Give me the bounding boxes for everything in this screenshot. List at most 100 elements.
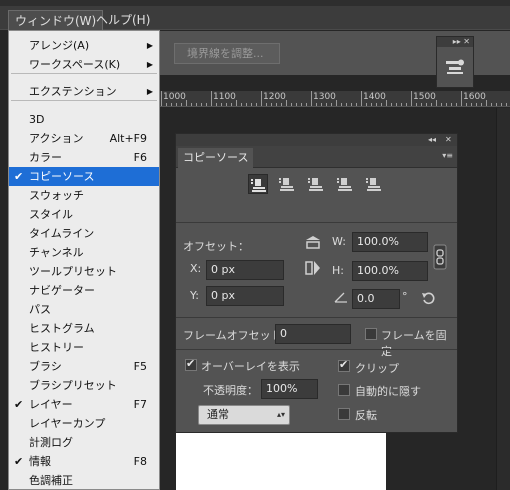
clone-source-2-icon[interactable]: [277, 174, 297, 194]
ruler-tick: [186, 100, 187, 106]
submenu-arrow-icon: ▶: [146, 87, 153, 96]
panel-menu-icon[interactable]: ▾≡: [442, 151, 453, 160]
menu-item[interactable]: 計測ログ: [9, 433, 159, 452]
close-icon[interactable]: ✕: [445, 134, 452, 146]
ruler-tick: [491, 103, 492, 106]
opacity-input[interactable]: 100%: [261, 379, 318, 399]
lock-frame-label: フレームを固定: [381, 329, 447, 358]
h-label: H:: [332, 264, 344, 277]
menu-item-label: 色調補正: [29, 474, 73, 487]
select-arrows-icon: ▴▾: [276, 410, 285, 419]
clip-checkbox[interactable]: [338, 358, 350, 372]
scale-width-input[interactable]: 100.0%: [352, 232, 428, 252]
link-icon[interactable]: [433, 244, 447, 273]
clone-source-1-icon[interactable]: [248, 174, 268, 194]
ruler-tick: [466, 103, 467, 106]
show-overlay-checkbox[interactable]: [185, 357, 197, 371]
ruler-tick: [286, 100, 287, 106]
menu-item[interactable]: チャンネル: [9, 243, 159, 262]
ruler-tick: [206, 103, 207, 106]
divider: [176, 222, 457, 223]
w-label: W:: [332, 235, 346, 248]
reset-transform-icon[interactable]: [422, 291, 436, 308]
menu-item[interactable]: ✔ レイヤー F7: [9, 395, 159, 414]
clone-source-4-icon[interactable]: [335, 174, 355, 194]
menu-item[interactable]: タイムライン: [9, 224, 159, 243]
ruler-tick: [386, 100, 387, 106]
tab-clone-source[interactable]: コピーソース: [178, 148, 254, 168]
menu-item[interactable]: スウォッチ: [9, 186, 159, 205]
menu-item[interactable]: ヒストリー: [9, 338, 159, 357]
menu-item-label: 計測ログ: [29, 436, 73, 449]
menu-item[interactable]: パス: [9, 300, 159, 319]
offset-x-input[interactable]: 0 px: [206, 260, 284, 280]
menu-item[interactable]: アクション Alt+F9: [9, 129, 159, 148]
invert-checkbox[interactable]: [338, 408, 350, 420]
collapsed-panel-controls[interactable]: ▸▸ ✕: [437, 37, 473, 47]
ruler-tick: [221, 103, 222, 106]
rotation-angle-input[interactable]: 0.0: [352, 289, 400, 309]
panel-tab-row: コピーソース ▾≡: [176, 146, 457, 168]
menu-item[interactable]: ツールプリセット: [9, 262, 159, 281]
collapsed-panel: ▸▸ ✕: [436, 36, 474, 88]
ruler-tick: [361, 91, 362, 106]
ruler-tick: [436, 100, 437, 106]
menu-item[interactable]: ブラシ F5: [9, 357, 159, 376]
ruler-tick: [446, 103, 447, 106]
vertical-scrollbar[interactable]: [496, 108, 510, 490]
auto-hide-label: 自動的に隠す: [355, 385, 421, 398]
ruler-tick: [196, 103, 197, 106]
clone-source-3-icon[interactable]: [306, 174, 326, 194]
menu-item[interactable]: ヒストグラム: [9, 319, 159, 338]
refine-edge-button[interactable]: 境界線を調整...: [174, 43, 280, 64]
ruler-tick: [421, 103, 422, 106]
scale-height-input[interactable]: 100.0%: [352, 261, 428, 281]
ruler-tick: [451, 103, 452, 106]
menu-item[interactable]: ブラシプリセット: [9, 376, 159, 395]
menu-item[interactable]: エクステンション ▶: [9, 82, 159, 101]
menu-item-label: ナビゲーター: [29, 284, 95, 297]
lock-frame-checkbox[interactable]: [365, 328, 377, 340]
menu-item[interactable]: カラー F6: [9, 148, 159, 167]
checkmark-icon: ✔: [14, 455, 24, 468]
menu-help[interactable]: ヘルプ(H): [90, 10, 156, 30]
ruler-label: 1100: [213, 92, 236, 102]
menu-item[interactable]: ナビゲーター: [9, 281, 159, 300]
offset-y-input[interactable]: 0 px: [206, 286, 284, 306]
menu-item[interactable]: レイヤーカンプ: [9, 414, 159, 433]
ruler-tick: [471, 103, 472, 106]
collapse-icon[interactable]: ◂◂: [428, 134, 436, 146]
ruler-label: 1000: [163, 92, 186, 102]
ruler-tick: [391, 103, 392, 106]
menu-item[interactable]: 3D: [9, 110, 159, 129]
ruler-tick: [461, 91, 462, 106]
clone-source-panel-icon[interactable]: [443, 55, 467, 79]
flip-vertical-icon[interactable]: [305, 260, 321, 279]
checkmark-icon: ✔: [14, 170, 24, 183]
menu-item[interactable]: 色調補正: [9, 471, 159, 490]
flip-horizontal-icon[interactable]: [305, 235, 321, 252]
blend-mode-select[interactable]: 通常 ▴▾: [198, 405, 290, 425]
auto-hide-checkbox[interactable]: [338, 384, 350, 396]
ruler-label: 1300: [313, 92, 336, 102]
menu-item-shortcut: Alt+F9: [109, 132, 147, 145]
x-label: X:: [190, 262, 202, 275]
menu-item[interactable]: ✔ コピーソース: [9, 167, 159, 186]
ruler-tick: [351, 103, 352, 106]
document-canvas[interactable]: [176, 430, 386, 490]
menu-item[interactable]: アレンジ(A) ▶: [9, 36, 159, 55]
divider: [176, 317, 457, 318]
menu-window[interactable]: ウィンドウ(W): [8, 10, 104, 30]
menu-item[interactable]: スタイル: [9, 205, 159, 224]
ruler-tick: [481, 103, 482, 106]
ruler-tick: [311, 91, 312, 106]
frame-offset-input[interactable]: 0: [275, 324, 351, 344]
menu-item[interactable]: ✔ 情報 F8: [9, 452, 159, 471]
clone-source-5-icon[interactable]: [364, 174, 384, 194]
divider: [176, 349, 457, 350]
ruler-tick: [486, 100, 487, 106]
menu-item-label: スタイル: [29, 208, 73, 221]
ruler-tick: [201, 103, 202, 106]
menu-item[interactable]: ワークスペース(K) ▶: [9, 55, 159, 74]
ruler-tick: [431, 103, 432, 106]
